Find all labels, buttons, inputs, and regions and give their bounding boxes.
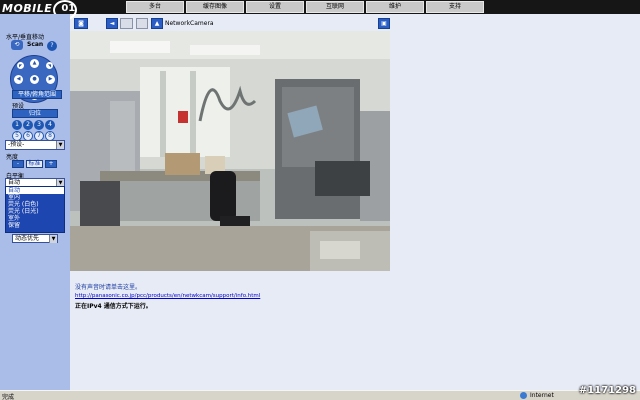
wb-option-hold[interactable]: 保留 — [6, 222, 64, 229]
office-camera-image — [70, 31, 390, 271]
browser-status-bar: 完成 Internet — [0, 390, 640, 400]
tab-maintenance[interactable]: 维护 — [366, 1, 424, 13]
pan-up-arrow-icon[interactable]: ▲ — [30, 59, 39, 68]
speed-priority-select-value: 动态优先 — [15, 235, 40, 242]
pan-left-arrow-icon[interactable]: ◀ — [14, 75, 23, 84]
scan-label: Scan — [27, 41, 44, 48]
status-text: 完成 — [2, 394, 15, 400]
camera-live-view[interactable] — [70, 31, 390, 271]
chevron-down-icon: ▼ — [56, 141, 64, 149]
pan-right-arrow-icon[interactable]: ▶ — [46, 75, 55, 84]
security-zone: Internet — [520, 392, 554, 399]
fullscreen-icon[interactable]: ▣ — [378, 18, 390, 29]
snapshot-camera-icon[interactable]: ◙ — [74, 18, 88, 29]
support-info-link[interactable]: http://panasonic.co.jp/pcc/products/en/n… — [75, 293, 260, 299]
zone-label: Internet — [530, 392, 554, 399]
brightness-minus-button[interactable]: - — [12, 160, 24, 168]
mobile01-logo[interactable]: MOBILE 01 — [2, 0, 78, 20]
camera-name-label: NetworkCamera — [165, 20, 214, 27]
upload-arrow-icon[interactable]: ▲ — [151, 18, 163, 29]
globe-icon — [520, 392, 527, 399]
wb-option-outdoor[interactable]: 室外 — [6, 215, 64, 222]
pan-home-center-icon[interactable]: ● — [30, 75, 39, 84]
no-audio-note-link[interactable]: 没有声音时请单击这里。 — [75, 282, 141, 291]
pan-up-right-arrow-icon[interactable]: ◥ — [46, 62, 53, 69]
preset-select-value: -预设- — [8, 141, 25, 148]
speaker-icon[interactable]: ◄ — [106, 18, 118, 29]
ipv4-mode-note: 正在IPv4 通信方式下运行。 — [75, 303, 152, 310]
pan-up-left-arrow-icon[interactable]: ◤ — [17, 62, 24, 69]
white-balance-options-list: 自动 室内 荧光 (白色) 荧光 (日光) 室外 保留 — [5, 186, 65, 233]
top-navigation-bar: MOBILE 01 多台 缓存图像 设置 互联网 维护 支持 — [0, 0, 640, 20]
tab-support[interactable]: 支持 — [426, 1, 484, 13]
volume-slider-track[interactable] — [120, 18, 133, 29]
resolution-toggle[interactable] — [136, 18, 148, 29]
wb-option-auto[interactable]: 自动 — [6, 187, 64, 194]
full-range-button[interactable]: 平移/俯角范围 — [12, 90, 62, 99]
wb-option-fluorescent-white[interactable]: 荧光 (白色) — [6, 201, 64, 208]
white-balance-select-value: 自动 — [8, 179, 21, 186]
tab-internet[interactable]: 互联网 — [306, 1, 364, 13]
wb-option-indoor[interactable]: 室内 — [6, 194, 64, 201]
tab-multi-camera[interactable]: 多台 — [126, 1, 184, 13]
logo-text: MOBILE — [2, 1, 53, 15]
chevron-down-icon: ▼ — [49, 235, 57, 243]
preset-4-button[interactable]: 4 — [45, 120, 55, 130]
help-icon[interactable]: ? — [47, 41, 57, 51]
brightness-standard-button[interactable]: 标准 — [26, 160, 43, 168]
preset-3-button[interactable]: 3 — [34, 120, 44, 130]
scan-icon[interactable]: ⟲ — [11, 40, 23, 50]
preset-2-button[interactable]: 2 — [23, 120, 33, 130]
preset-1-button[interactable]: 1 — [12, 120, 22, 130]
tab-setup[interactable]: 设置 — [246, 1, 304, 13]
speed-priority-select[interactable]: 动态优先 ▼ — [12, 234, 58, 243]
preset-select[interactable]: -预设- ▼ — [5, 140, 65, 150]
image-id-watermark: #1171298 — [578, 385, 636, 396]
wb-option-fluorescent-daylight[interactable]: 荧光 (日光) — [6, 208, 64, 215]
home-button[interactable]: 归位 — [12, 109, 58, 118]
tab-buffered-image[interactable]: 缓存图像 — [186, 1, 244, 13]
camera-toolbar: ◙ ◄ ▲ NetworkCamera ▣ — [70, 18, 390, 30]
brightness-plus-button[interactable]: + — [45, 160, 57, 168]
